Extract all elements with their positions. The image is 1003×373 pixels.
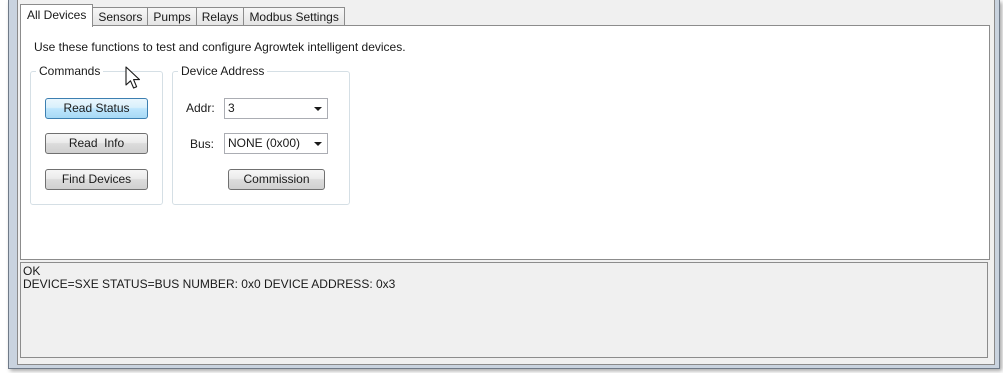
find-devices-button[interactable]: Find Devices [45, 169, 148, 190]
output-line: DEVICE=SXE STATUS=BUS NUMBER: 0x0 DEVICE… [23, 277, 396, 291]
output-log[interactable]: OK DEVICE=SXE STATUS=BUS NUMBER: 0x0 DEV… [20, 262, 988, 358]
commands-group: Commands Read Status Read Info Find Devi… [30, 64, 163, 205]
commands-legend: Commands [39, 64, 101, 78]
bus-select[interactable]: NONE (0x00) [224, 133, 328, 154]
bus-label: Bus: [190, 137, 215, 151]
all-devices-panel: Use these functions to test and configur… [20, 25, 990, 260]
read-status-button[interactable]: Read Status [45, 98, 148, 119]
device-address-group: Device Address Addr: 3 Bus: NONE (0x00) … [172, 64, 350, 205]
read-info-button[interactable]: Read Info [45, 133, 148, 154]
commission-button[interactable]: Commission [228, 169, 325, 190]
tab-relays[interactable]: Relays [195, 7, 245, 26]
tab-all-devices[interactable]: All Devices [20, 4, 94, 27]
tab-strip: All Devices Sensors Pumps Relays Modbus … [20, 2, 345, 27]
bus-select-value: NONE (0x00) [228, 136, 301, 150]
panel-description: Use these functions to test and configur… [34, 40, 406, 54]
chevron-down-icon [314, 142, 322, 146]
tab-sensors[interactable]: Sensors [92, 7, 149, 26]
chevron-down-icon [314, 107, 322, 111]
addr-select-value: 3 [228, 101, 235, 115]
device-address-legend: Device Address [181, 64, 265, 78]
app-window: All Devices Sensors Pumps Relays Modbus … [17, 0, 995, 365]
addr-select[interactable]: 3 [224, 98, 328, 119]
addr-label: Addr: [186, 101, 215, 115]
tab-modbus-settings[interactable]: Modbus Settings [243, 7, 345, 26]
tab-pumps[interactable]: Pumps [147, 7, 197, 26]
